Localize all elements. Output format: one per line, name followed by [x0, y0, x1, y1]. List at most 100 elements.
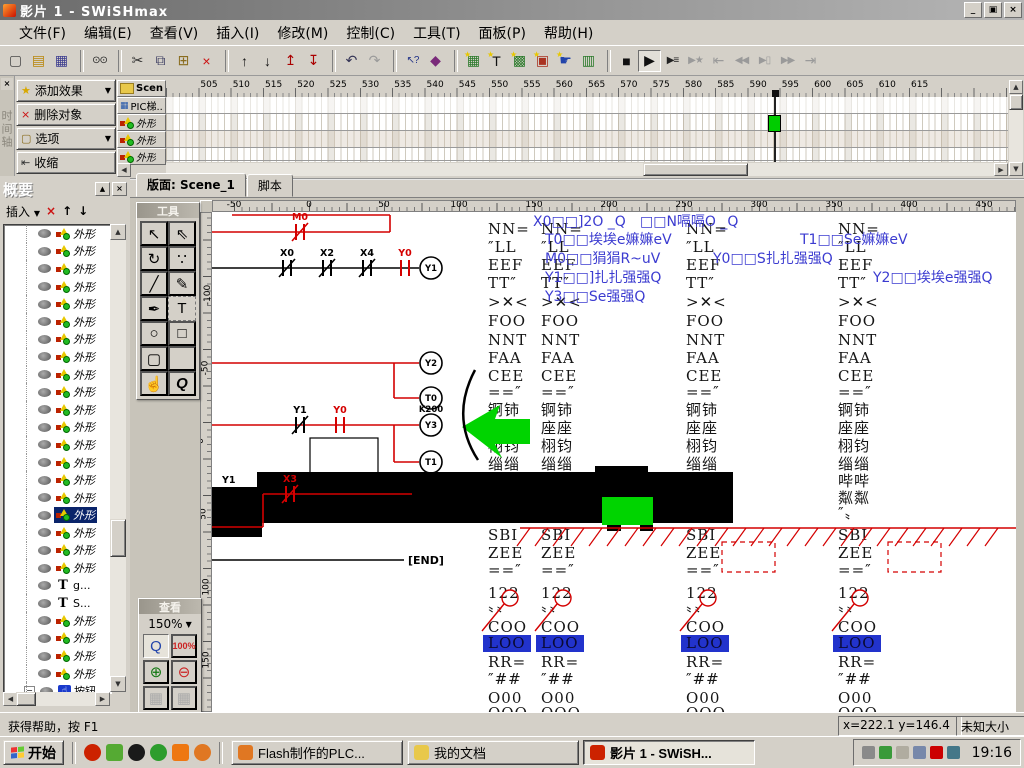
menu-item-3[interactable]: 查看(V) — [141, 20, 208, 46]
text-tool[interactable]: T — [168, 296, 196, 321]
paste-icon[interactable]: ⊞ — [172, 50, 195, 72]
tree-item-22[interactable]: TS... — [4, 594, 111, 612]
title-bar[interactable]: 影片 1 - SWiSHmax _ ▣ × — [0, 0, 1024, 20]
view-palette-title[interactable]: 查看 — [139, 599, 201, 614]
reshape-tool[interactable]: ∵ — [168, 246, 196, 271]
tree-item-18[interactable]: 外形 — [4, 524, 111, 542]
timeline-button-3[interactable]: ▢选项▼ — [16, 127, 116, 150]
tree-item-15[interactable]: 外形 — [4, 471, 111, 489]
subselect-tool[interactable]: ⇖ — [168, 221, 196, 246]
tree-item-26[interactable]: 外形 — [4, 665, 111, 683]
visibility-eye-icon[interactable] — [38, 511, 51, 520]
move-up-icon[interactable]: ↑ — [233, 50, 256, 72]
outline-vscrollbar[interactable]: ▲▼ — [110, 224, 126, 692]
orange-app-icon[interactable] — [172, 744, 189, 761]
tree-item-2[interactable]: 外形 — [4, 243, 111, 261]
tree-item-9[interactable]: 外形 — [4, 366, 111, 384]
visibility-eye-icon[interactable] — [38, 264, 51, 273]
menu-item-6[interactable]: 控制(C) — [337, 20, 404, 46]
minimize-button[interactable]: _ — [964, 2, 982, 18]
timeline-frame-row-pic[interactable] — [166, 97, 1008, 114]
task-button-2[interactable]: 我的文档 — [407, 740, 579, 765]
menu-item-1[interactable]: 文件(F) — [10, 20, 75, 46]
play-timeline-icon[interactable]: ▶≡ — [661, 50, 684, 72]
zoom-in-icon[interactable]: ⊕ — [143, 660, 169, 684]
timeline-vscroll-up[interactable]: ▲ — [1009, 80, 1023, 94]
visibility-eye-icon[interactable] — [38, 317, 51, 326]
visibility-eye-icon[interactable] — [38, 616, 51, 625]
menu-item-2[interactable]: 编辑(E) — [75, 20, 141, 46]
outline-move-down-icon[interactable]: ↓ — [78, 204, 88, 218]
camera-icon[interactable] — [947, 746, 960, 759]
visibility-eye-icon[interactable] — [38, 652, 51, 661]
tree-item-13[interactable]: 外形 — [4, 436, 111, 454]
open-file-icon[interactable]: ▤ — [27, 50, 50, 72]
play-icon[interactable]: ▶ — [638, 50, 661, 72]
volume-icon[interactable] — [896, 746, 909, 759]
move-down-icon[interactable]: ↓ — [256, 50, 279, 72]
tree-item-7[interactable]: 外形 — [4, 331, 111, 349]
tree-item-24[interactable]: 外形 — [4, 630, 111, 648]
outline-hscrollbar[interactable]: ◀▶ — [3, 692, 110, 706]
visibility-eye-icon[interactable] — [38, 388, 51, 397]
timeline-layers-scroll-left[interactable]: ◀ — [117, 163, 131, 177]
menu-item-4[interactable]: 插入(I) — [207, 20, 268, 46]
help-book-icon[interactable]: ◆ — [424, 50, 447, 72]
bring-front-icon[interactable]: ↥ — [279, 50, 302, 72]
start-button[interactable]: 开始 — [3, 740, 64, 765]
visibility-eye-icon[interactable] — [38, 229, 51, 238]
zoom-box-icon[interactable]: Q — [143, 634, 169, 658]
new-file-icon[interactable]: ▢ — [4, 50, 27, 72]
timeline-frame-row-shape3[interactable] — [166, 148, 1008, 161]
insert-content-icon[interactable]: ▣★ — [531, 50, 554, 72]
outline-delete-icon[interactable]: × — [46, 204, 56, 218]
insert-scene-icon[interactable]: ▦★ — [462, 50, 485, 72]
timeline-vscrollbar[interactable]: ▲▼ — [1009, 80, 1023, 176]
stage[interactable]: NN=″LLEEFTT″>✕<FOONNTFAACEE==″锕铈座座栩钧缁缁哔哔… — [212, 212, 1016, 712]
visibility-eye-icon[interactable] — [38, 247, 51, 256]
visibility-eye-icon[interactable] — [38, 476, 51, 485]
context-help-icon[interactable]: ↖? — [401, 50, 424, 72]
zoom-out-icon[interactable]: ⊖ — [171, 660, 197, 684]
tree-item-17[interactable]: 外形 — [4, 507, 111, 525]
close-button[interactable]: × — [1004, 2, 1022, 18]
visibility-eye-icon[interactable] — [38, 440, 51, 449]
parrot-icon[interactable] — [150, 744, 167, 761]
transform-tool[interactable]: ↻ — [140, 246, 168, 271]
task-button-1[interactable]: Flash制作的PLC... — [231, 740, 403, 765]
timeline-close-icon[interactable]: × — [1, 78, 13, 90]
zoom-level-dropdown[interactable]: 150%▼ — [139, 614, 201, 634]
menu-item-5[interactable]: 修改(M) — [268, 20, 337, 46]
menu-item-8[interactable]: 面板(P) — [470, 20, 535, 46]
outline-close-icon[interactable]: × — [112, 182, 127, 196]
pencil-tool[interactable]: ✎ — [168, 271, 196, 296]
timeline-frame-row-shape1[interactable] — [166, 114, 1008, 131]
task-button-3[interactable]: 影片 1 - SWiSH... — [583, 740, 755, 765]
timeline-button-2[interactable]: ×删除对象 — [16, 103, 116, 126]
visibility-eye-icon[interactable] — [38, 458, 51, 467]
timeline-vscroll-thumb[interactable] — [1009, 94, 1023, 110]
visibility-eye-icon[interactable] — [38, 370, 51, 379]
visibility-eye-icon[interactable] — [38, 282, 51, 291]
delete-icon[interactable]: × — [195, 50, 218, 72]
outline-hscroll-right[interactable]: ▶ — [95, 692, 110, 706]
visibility-eye-icon[interactable] — [38, 528, 51, 537]
copy-icon[interactable]: ⧉ — [149, 50, 172, 72]
timeline-ruler[interactable]: 5055105155205255305355405455505555605655… — [166, 80, 1008, 98]
timeline-hscrollbar[interactable]: ▶ — [166, 163, 1008, 176]
antivirus-icon[interactable] — [879, 746, 892, 759]
flashget-icon[interactable] — [84, 744, 101, 761]
visibility-eye-icon[interactable] — [38, 423, 51, 432]
timeline-vscroll-down[interactable]: ▼ — [1009, 162, 1023, 176]
line-tool[interactable]: ╱ — [140, 271, 168, 296]
visibility-eye-icon[interactable] — [38, 352, 51, 361]
pan-tool[interactable]: ☝ — [140, 371, 168, 396]
outline-vscroll-up[interactable]: ▲ — [110, 224, 126, 240]
tools-palette-title[interactable]: 工具 — [137, 203, 199, 218]
cut-icon[interactable]: ✂ — [126, 50, 149, 72]
tree-item-11[interactable]: 外形 — [4, 401, 111, 419]
timeline-layer-外形[interactable]: 外形 — [117, 131, 166, 148]
tree-item-19[interactable]: 外形 — [4, 542, 111, 560]
tree-item-20[interactable]: 外形 — [4, 559, 111, 577]
roundrect-tool[interactable]: ▢ — [140, 346, 168, 371]
